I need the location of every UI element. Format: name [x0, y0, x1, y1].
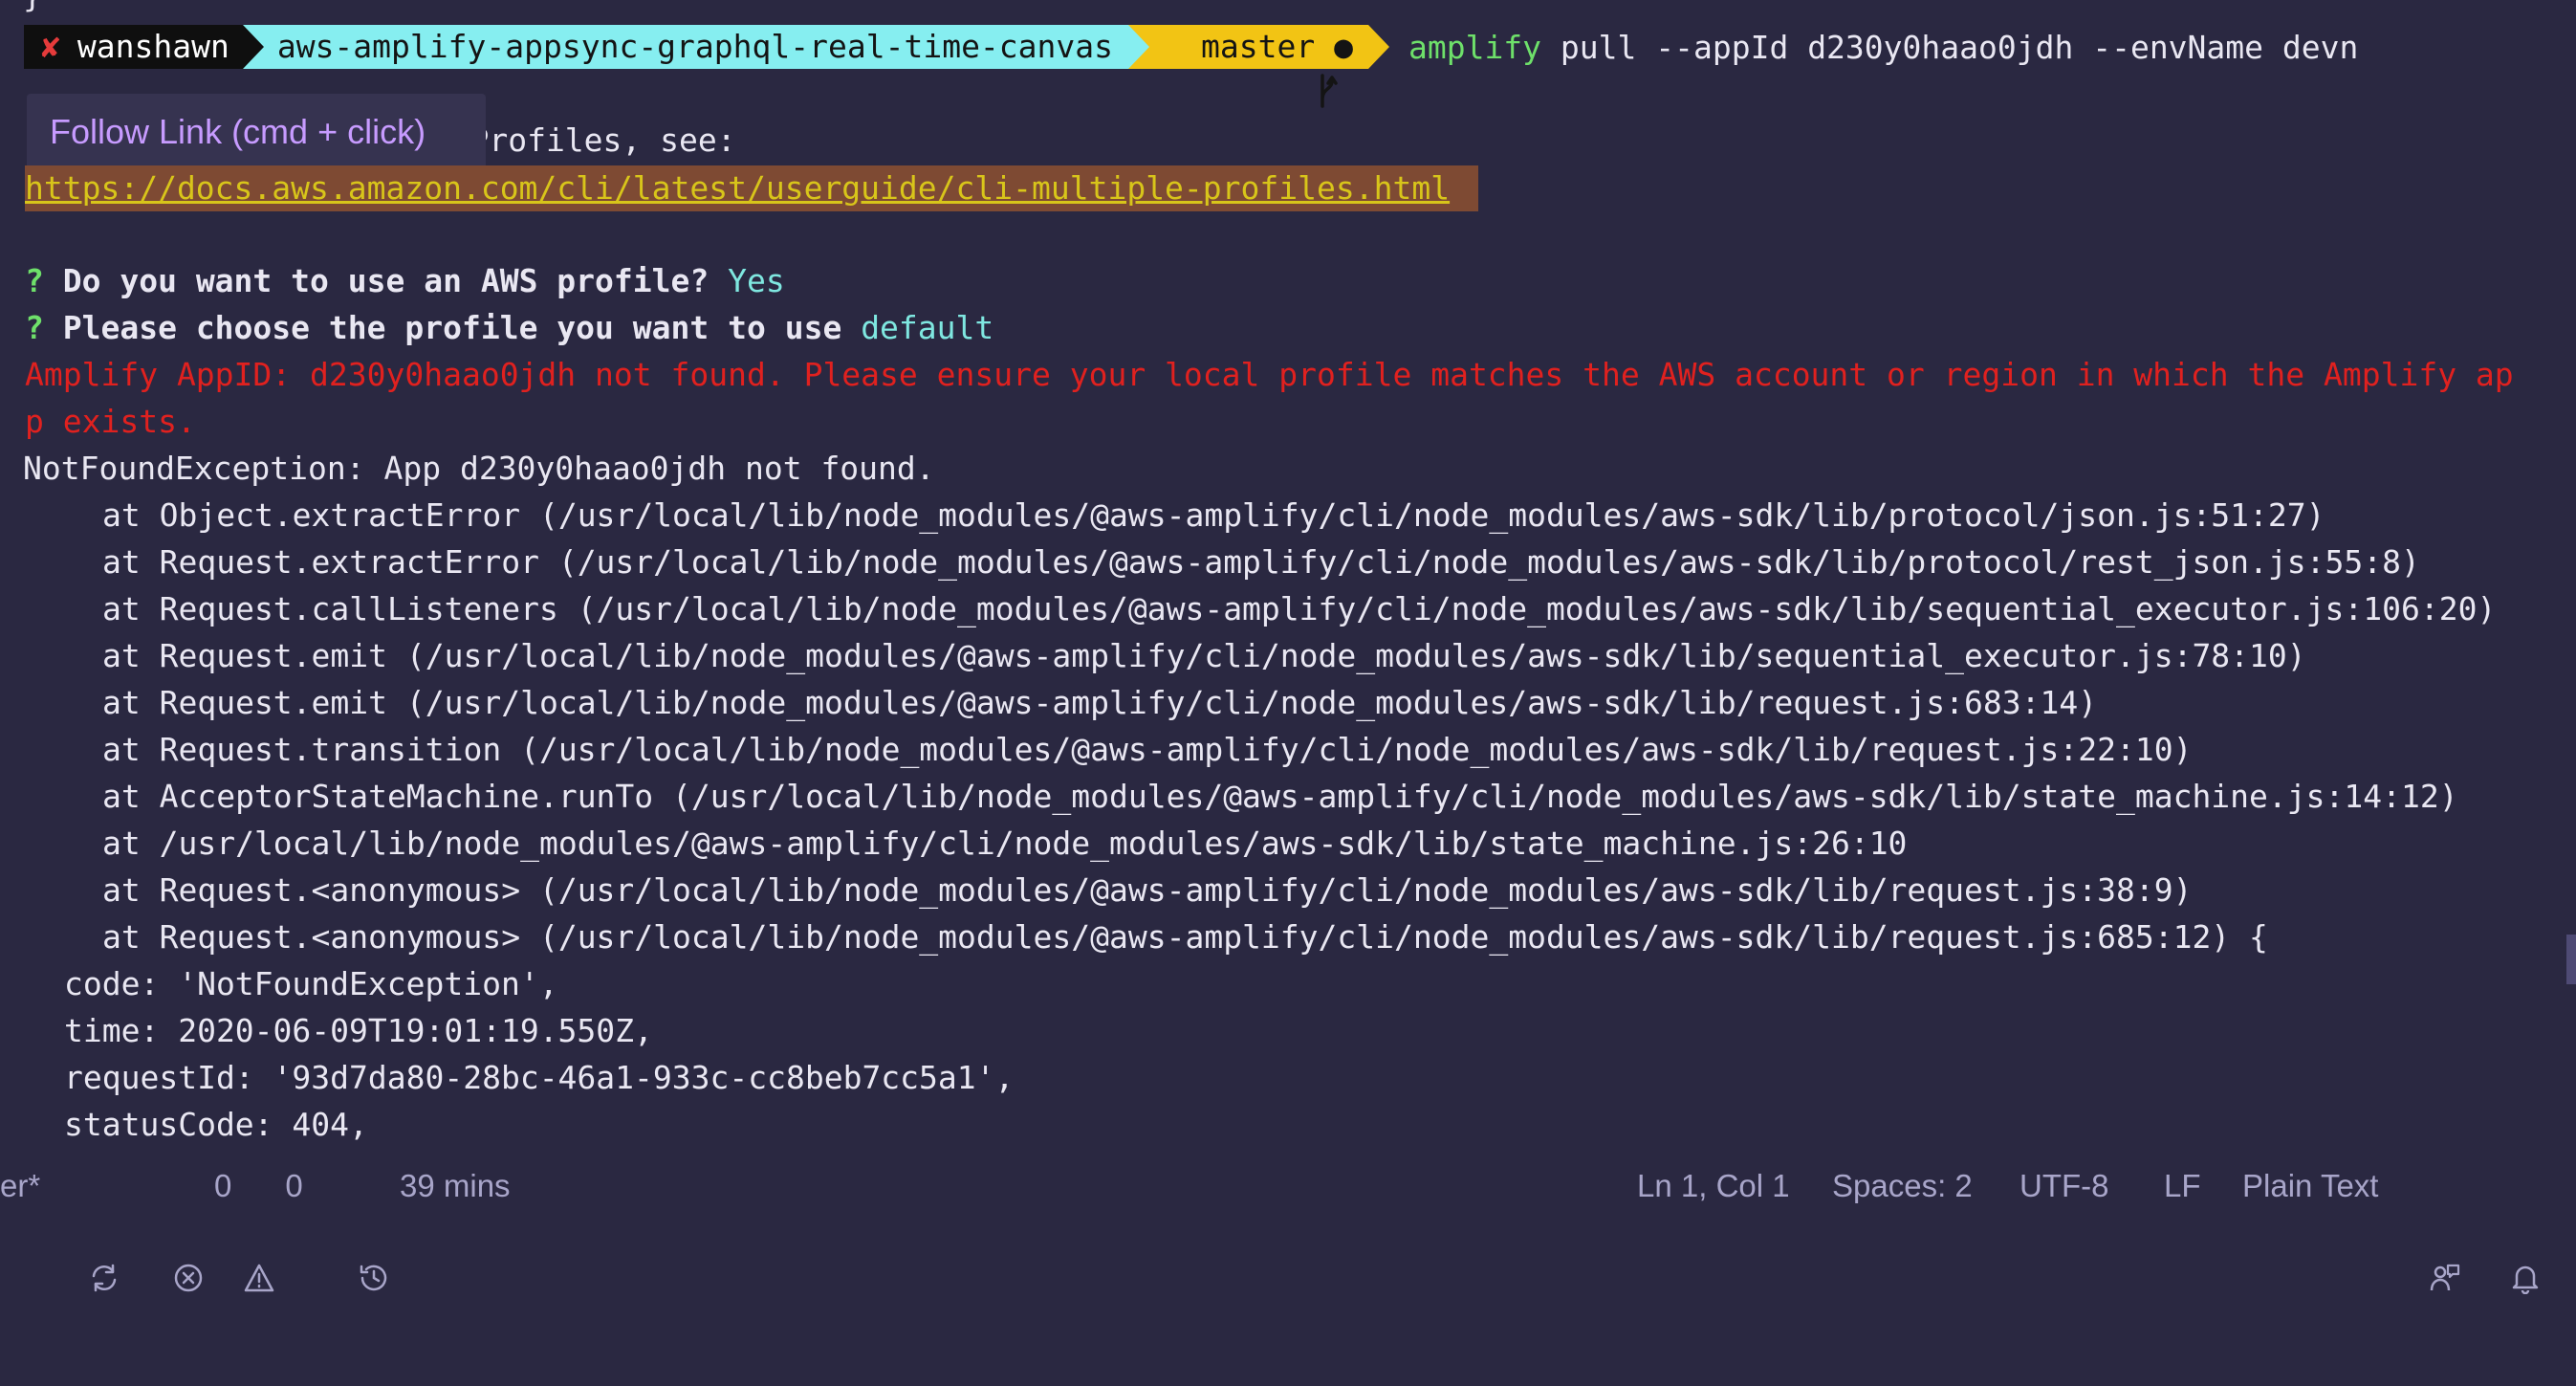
- docs-link[interactable]: https://docs.aws.amazon.com/cli/latest/u…: [25, 165, 1478, 211]
- warning-icon: [243, 1170, 275, 1292]
- command-name: amplify: [1408, 28, 1542, 66]
- statusbar-branch-label: er*: [0, 1168, 41, 1203]
- error-message-line: Amplify AppID: d230y0haao0jdh not found.…: [25, 356, 2514, 393]
- prompt-directory-segment: aws-amplify-appsync-graphql-real-time-ca…: [263, 25, 1129, 69]
- notifications-button[interactable]: [2509, 1163, 2551, 1294]
- error-property-line: time: 2020-06-09T19:01:19.550Z,: [64, 1012, 653, 1049]
- command-args: pull --appId d230y0haao0jdh --envName de…: [1541, 28, 2359, 66]
- stack-trace-line: at Object.extractError (/usr/local/lib/n…: [102, 496, 2325, 534]
- bell-icon: [2509, 1170, 2542, 1294]
- feedback-icon: [2429, 1170, 2461, 1291]
- prompt-git-segment: master ●: [1149, 25, 1368, 108]
- history-icon: [358, 1170, 390, 1291]
- error-count: 0: [214, 1168, 232, 1203]
- error-property-line: code: 'NotFoundException',: [64, 965, 558, 1002]
- language-label: Plain Text: [2242, 1168, 2379, 1203]
- question-mark: ?: [25, 309, 44, 346]
- prompt-user-segment: ✘ wanshawn: [24, 25, 243, 69]
- stack-trace-line: at Request.emit (/usr/local/lib/node_mod…: [102, 637, 2306, 674]
- terminal-panel[interactable]: } ✘ wanshawn aws-amplify-appsync-graphql…: [0, 0, 2576, 1163]
- error-property-line: requestId: '93d7da80-28bc-46a1-933c-cc8b…: [64, 1059, 1015, 1096]
- error-property-line: statusCode: 404,: [64, 1106, 368, 1143]
- statusbar-branch[interactable]: er*: [0, 1163, 40, 1209]
- feedback-button[interactable]: [2429, 1163, 2471, 1291]
- sync-icon: [88, 1170, 120, 1292]
- prompt-separator-arrow: [1367, 25, 1389, 69]
- question-mark: ?: [25, 262, 44, 299]
- encoding-setting[interactable]: UTF-8: [2019, 1163, 2109, 1209]
- prompt-separator-arrow: [242, 25, 264, 69]
- status-bar: er* 0 0 39 mins Ln 1, Col 1 Spaces: 2 UT…: [0, 1163, 2576, 1294]
- stack-trace-line: at Request.<anonymous> (/usr/local/lib/n…: [102, 871, 2193, 909]
- eol-label: LF: [2164, 1168, 2201, 1203]
- stack-trace-line: at Request.callListeners (/usr/local/lib…: [102, 590, 2497, 627]
- error-status-icon: ✘: [41, 28, 60, 65]
- cursor-position-label: Ln 1, Col 1: [1637, 1168, 1790, 1203]
- question-aws-profile: ? Do you want to use an AWS profile? Yes: [25, 257, 785, 304]
- stack-trace-line: at Request.transition (/usr/local/lib/no…: [102, 731, 2193, 768]
- question-answer: default: [861, 309, 994, 346]
- command-line: amplify pull --appId d230y0haao0jdh --en…: [1408, 29, 2358, 66]
- question-text: Do you want to use an AWS profile?: [43, 262, 729, 299]
- language-mode[interactable]: Plain Text: [2242, 1163, 2378, 1209]
- timeline-item[interactable]: 39 mins: [358, 1163, 511, 1291]
- stack-trace-line: at Request.extractError (/usr/local/lib/…: [102, 543, 2420, 581]
- indentation-setting[interactable]: Spaces: 2: [1832, 1163, 1973, 1209]
- prompt-separator-arrow: [1128, 25, 1150, 69]
- question-choose-profile: ? Please choose the profile you want to …: [25, 304, 993, 351]
- error-message-line: p exists.: [25, 403, 196, 440]
- warning-count: 0: [285, 1168, 303, 1203]
- stack-trace-line: at Request.emit (/usr/local/lib/node_mod…: [102, 684, 2098, 721]
- scrollbar-thumb[interactable]: [2566, 935, 2576, 984]
- error-icon: [172, 1170, 205, 1292]
- indentation-label: Spaces: 2: [1832, 1168, 1973, 1203]
- stack-trace-line: at /usr/local/lib/node_modules/@aws-ampl…: [102, 825, 1908, 862]
- cursor-position[interactable]: Ln 1, Col 1: [1637, 1163, 1790, 1209]
- eol-setting[interactable]: LF: [2164, 1163, 2201, 1209]
- git-branch-icon: [1165, 30, 1338, 108]
- question-text: Please choose the profile you want to us…: [43, 309, 862, 346]
- stack-trace-line: at AcceptorStateMachine.runTo (/usr/loca…: [102, 778, 2458, 815]
- prompt-git-branch: master ●: [1201, 28, 1353, 65]
- prompt-user: wanshawn: [76, 28, 229, 65]
- exception-line: NotFoundException: App d230y0haao0jdh no…: [23, 450, 935, 487]
- follow-link-tooltip: Follow Link (cmd + click): [27, 94, 486, 170]
- sync-button[interactable]: [88, 1163, 130, 1292]
- prompt-directory: aws-amplify-appsync-graphql-real-time-ca…: [276, 28, 1114, 65]
- closing-brace: }: [23, 0, 42, 14]
- problems-button[interactable]: 0 0: [172, 1163, 303, 1292]
- question-answer: Yes: [728, 262, 785, 299]
- encoding-label: UTF-8: [2019, 1168, 2109, 1203]
- docs-link-text[interactable]: https://docs.aws.amazon.com/cli/latest/u…: [25, 169, 1450, 207]
- shell-prompt: ✘ wanshawn aws-amplify-appsync-graphql-r…: [24, 25, 2358, 108]
- time-ago-label: 39 mins: [400, 1168, 511, 1203]
- stack-trace-line: at Request.<anonymous> (/usr/local/lib/n…: [102, 918, 2268, 956]
